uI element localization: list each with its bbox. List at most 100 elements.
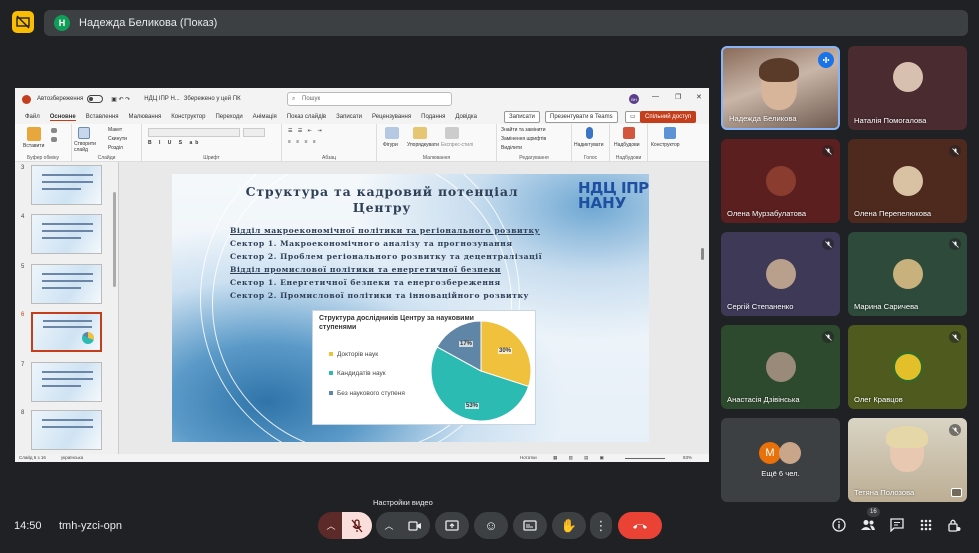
video-settings-button[interactable]: ︿ [376, 512, 402, 539]
new-slide-label[interactable]: Створити слайд [74, 141, 100, 153]
tab-help[interactable]: Довідка [455, 114, 477, 120]
slide-thumbnail-selected[interactable]: 6 [15, 312, 119, 354]
tab-view[interactable]: Подання [421, 114, 445, 120]
participant-tile[interactable]: Сергій Степаненко [721, 232, 840, 316]
participant-tile[interactable]: Тетяна Полозова [848, 418, 967, 502]
tab-transitions[interactable]: Переходи [215, 114, 242, 120]
slide-thumbnail[interactable]: 3 [15, 165, 119, 207]
slide-text-line: Сектор 2. Промислової політики та іннова… [230, 291, 529, 300]
present-screen-button[interactable] [435, 512, 469, 539]
quick-styles-icon[interactable] [445, 127, 459, 139]
pie-chart-card[interactable]: Структура дослідників Центру за науковим… [312, 310, 536, 425]
captions-button[interactable] [513, 512, 547, 539]
ppt-ribbon: Вставити Буфер обміну Створити слайд Мак… [15, 124, 709, 162]
thumbnail-scrollbar[interactable] [113, 192, 116, 287]
chat-button[interactable] [887, 515, 907, 535]
participant-tile[interactable]: Марина Саричева [848, 232, 967, 316]
participant-tile[interactable]: Наталія Помогалова [848, 46, 967, 130]
comments-icon[interactable]: ▭ [625, 111, 641, 123]
save-icon[interactable]: ▣ ↶ ↷ [111, 96, 130, 103]
slide-thumbnail[interactable]: 4 [15, 214, 119, 256]
tab-animations[interactable]: Анімація [253, 114, 277, 120]
group-label: Слайди [97, 155, 116, 161]
saved-status[interactable]: Збережено у цей ПК [184, 96, 241, 102]
addins-label[interactable]: Надбудови [614, 142, 640, 148]
shapes-icon[interactable] [385, 127, 399, 139]
participant-tile[interactable]: Олег Кравцов [848, 325, 967, 409]
arrange-icon[interactable] [413, 127, 427, 139]
select-button[interactable]: Виділити [501, 145, 522, 151]
apps-grid-icon [920, 519, 932, 531]
tab-insert[interactable]: Вставлення [86, 114, 119, 120]
presenting-banner[interactable]: Н Надежда Беликова (Показ) [44, 10, 968, 36]
restore-icon[interactable]: ❐ [675, 93, 681, 101]
tab-record[interactable]: Записати [336, 114, 362, 120]
reactions-button[interactable]: ☺ [474, 512, 508, 539]
new-slide-icon[interactable] [78, 127, 90, 139]
zoom-level[interactable]: 83% [683, 455, 692, 460]
host-controls-button[interactable] [944, 515, 964, 535]
find-replace-button[interactable]: Знайти та замінити [501, 127, 546, 133]
designer-icon[interactable] [664, 127, 676, 139]
font-format-icons[interactable]: B I U S ab [148, 140, 201, 146]
microphone-toggle-button[interactable] [342, 512, 372, 539]
microphone-icon[interactable] [586, 127, 593, 139]
share-button[interactable]: Спільний доступ [640, 111, 697, 123]
activities-button[interactable] [916, 515, 936, 535]
audio-settings-button[interactable]: ︿ [318, 512, 344, 539]
tab-review[interactable]: Рецензування [372, 114, 411, 120]
shapes-label[interactable]: Фігури [383, 142, 398, 148]
paste-icon[interactable] [27, 127, 41, 141]
participant-tile[interactable]: Анастасія Дзівінська [721, 325, 840, 409]
designer-label[interactable]: Конструктор [651, 142, 680, 148]
leave-call-button[interactable] [618, 512, 662, 539]
tile-options-icon[interactable] [951, 488, 962, 497]
participant-tile[interactable]: Олена Мурзабулатова [721, 139, 840, 223]
autosave-toggle[interactable] [87, 95, 104, 103]
arrange-label[interactable]: Упорядкувати [407, 142, 439, 148]
slide-scrollbar[interactable] [701, 248, 704, 260]
section-button[interactable]: Розділ [108, 145, 123, 151]
top-bar: Н Надежда Беликова (Показ) [0, 0, 979, 46]
align-icons[interactable]: ≡ ≡ ≡ ≡ [288, 139, 318, 145]
slide-thumbnail[interactable]: 7 [15, 362, 119, 404]
font-name-select[interactable] [148, 128, 240, 137]
slide-thumbnail[interactable]: 8 [15, 410, 119, 452]
current-slide[interactable]: Структура та кадровий потенціал Центру Н… [172, 174, 649, 442]
tab-design[interactable]: Конструктор [171, 114, 205, 120]
raise-hand-button[interactable]: ✋ [552, 512, 586, 539]
record-button[interactable]: Записати [504, 111, 540, 123]
tab-slideshow[interactable]: Показ слайдів [287, 114, 326, 120]
close-icon[interactable]: ✕ [696, 93, 702, 101]
people-button[interactable] [858, 515, 878, 535]
tab-draw[interactable]: Малювання [129, 114, 162, 120]
notes-button[interactable]: Нотатки [520, 455, 537, 460]
minimize-icon[interactable]: — [652, 93, 659, 100]
font-size-select[interactable] [243, 128, 265, 137]
paste-label[interactable]: Вставити [23, 143, 44, 149]
user-avatar[interactable]: ВН [629, 94, 639, 104]
cut-icon[interactable] [51, 128, 57, 133]
list-icons[interactable]: ☰ ☰ ⇤ ⇥ [288, 128, 324, 134]
zoom-slider[interactable] [625, 458, 665, 459]
reset-button[interactable]: Скинути [108, 136, 127, 142]
more-options-button[interactable]: ⋮ [590, 512, 612, 539]
addins-icon[interactable] [623, 127, 635, 139]
ppt-search-input[interactable]: ⌕ Пошук [287, 92, 452, 106]
dictate-label[interactable]: Надиктувати [574, 142, 604, 148]
view-mode-icons[interactable]: ▦ ▥ ▤ ▣ [553, 455, 609, 461]
tab-file[interactable]: Файл [25, 114, 40, 120]
replace-fonts-button[interactable]: Замінення шрифтів [501, 136, 546, 142]
meeting-details-button[interactable] [829, 515, 849, 535]
stop-presenting-icon[interactable] [12, 11, 34, 33]
participant-tile-speaking[interactable]: Надежда Беликова [721, 46, 840, 130]
quick-styles-label[interactable]: Експрес-стилі [441, 142, 473, 148]
participant-tile[interactable]: Олена Перепелюкова [848, 139, 967, 223]
copy-icon[interactable] [51, 137, 57, 142]
camera-toggle-button[interactable] [400, 512, 430, 539]
layout-button[interactable]: Макет [108, 127, 122, 133]
tab-home[interactable]: Основне [49, 114, 76, 121]
slide-thumbnail[interactable]: 5 [15, 264, 119, 306]
more-participants-tile[interactable]: М Ещё 6 чел. [721, 418, 840, 502]
present-teams-button[interactable]: Презентувати в Teams [545, 111, 618, 123]
